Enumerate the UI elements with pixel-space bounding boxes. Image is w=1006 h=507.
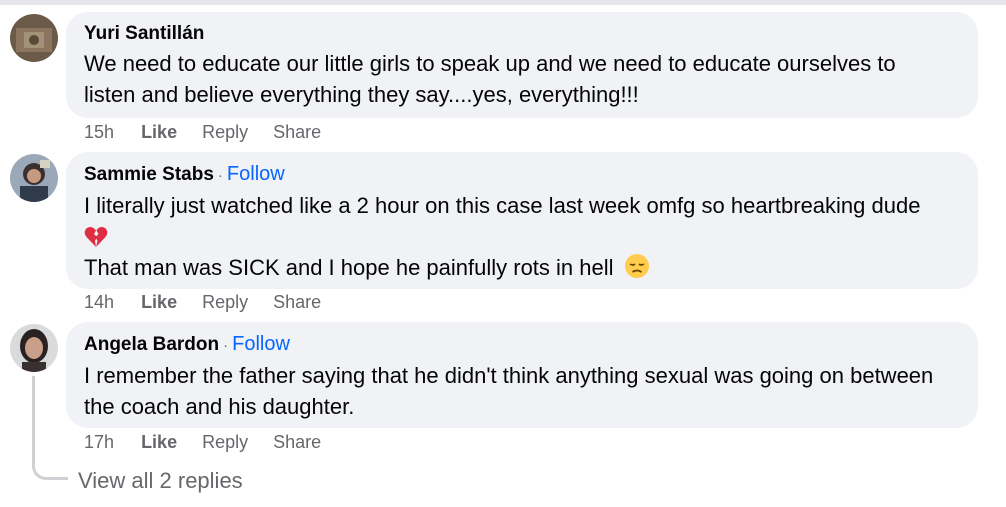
- reply-thread-line: [32, 376, 68, 480]
- share-button[interactable]: Share: [273, 292, 321, 313]
- like-button[interactable]: Like: [141, 122, 177, 143]
- comment-bubble: Sammie Stabs · Follow I literally just wat…: [66, 152, 978, 289]
- reply-button[interactable]: Reply: [202, 122, 248, 143]
- comment-line: listen and believe everything they say..…: [84, 82, 639, 107]
- timestamp-link[interactable]: 17h: [84, 432, 114, 453]
- author-name[interactable]: Sammie Stabs: [84, 164, 214, 185]
- comment-actions: 15h Like Reply Share: [84, 122, 341, 143]
- comment-text: We need to educate our little girls to s…: [84, 48, 960, 110]
- top-divider: [0, 0, 1006, 5]
- author-name[interactable]: Yuri Santillán: [84, 23, 204, 44]
- broken-heart-emoji: [84, 221, 960, 252]
- disappointed-face-icon: [624, 253, 650, 287]
- comment-line: I remember the father saying that he did…: [84, 363, 934, 388]
- share-button[interactable]: Share: [273, 122, 321, 143]
- avatar[interactable]: [10, 324, 58, 372]
- comment-text: I remember the father saying that he did…: [84, 360, 960, 422]
- comment-actions: 14h Like Reply Share: [84, 292, 341, 313]
- follow-button[interactable]: Follow: [227, 163, 285, 185]
- comment-bubble: Angela Bardon · Follow I remember the fath…: [66, 322, 978, 428]
- reply-button[interactable]: Reply: [202, 432, 248, 453]
- avatar[interactable]: [10, 154, 58, 202]
- timestamp-link[interactable]: 15h: [84, 122, 114, 143]
- timestamp-link[interactable]: 14h: [84, 292, 114, 313]
- author-row: Angela Bardon · Follow: [84, 332, 960, 358]
- follow-button[interactable]: Follow: [232, 333, 290, 355]
- author-row: Sammie Stabs · Follow: [84, 162, 960, 188]
- separator-dot: ·: [223, 337, 229, 354]
- comment-line: That man was SICK and I hope he painfull…: [84, 255, 614, 280]
- comment-bubble: Yuri Santillán We need to educate our li…: [66, 12, 978, 118]
- comment-line: I literally just watched like a 2 hour o…: [84, 193, 921, 218]
- separator-dot: ·: [217, 167, 223, 184]
- comment-line: the coach and his daughter.: [84, 394, 355, 419]
- comment-line: We need to educate our little girls to s…: [84, 51, 896, 76]
- like-button[interactable]: Like: [141, 292, 177, 313]
- reply-button[interactable]: Reply: [202, 292, 248, 313]
- author-name[interactable]: Angela Bardon: [84, 334, 219, 355]
- comment-text: I literally just watched like a 2 hour o…: [84, 190, 960, 287]
- like-button[interactable]: Like: [141, 432, 177, 453]
- avatar[interactable]: [10, 14, 58, 62]
- share-button[interactable]: Share: [273, 432, 321, 453]
- view-all-replies-link[interactable]: View all 2 replies: [78, 468, 243, 494]
- comment-actions: 17h Like Reply Share: [84, 432, 341, 453]
- author-row: Yuri Santillán: [84, 22, 960, 46]
